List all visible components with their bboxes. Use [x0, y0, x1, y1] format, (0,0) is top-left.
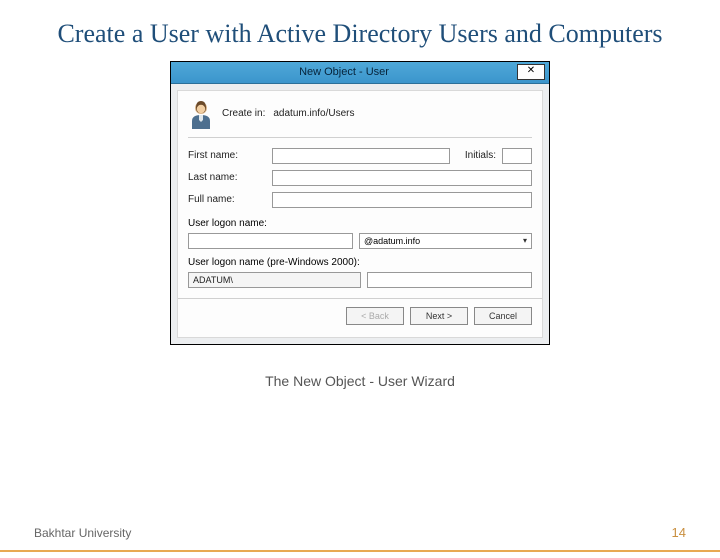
footer-left: Bakhtar University	[34, 526, 131, 540]
domain-suffix-select[interactable]: @adatum.info ▾	[359, 233, 532, 249]
pre2000-prefix: ADATUM\	[188, 272, 361, 288]
cancel-button[interactable]: Cancel	[474, 307, 532, 325]
slide-caption: The New Object - User Wizard	[0, 373, 720, 389]
back-button[interactable]: < Back	[346, 307, 404, 325]
logon-pre2000-label: User logon name (pre-Windows 2000):	[188, 257, 360, 268]
first-name-label: First name:	[188, 150, 266, 161]
first-name-input[interactable]	[272, 148, 450, 164]
last-name-row: Last name:	[188, 170, 532, 186]
domain-suffix-value: @adatum.info	[364, 236, 420, 246]
last-name-input[interactable]	[272, 170, 532, 186]
last-name-label: Last name:	[188, 172, 266, 183]
initials-label: Initials:	[456, 150, 496, 161]
logon-pre2000-row: ADATUM\	[188, 272, 532, 288]
slide-title: Create a User with Active Directory User…	[0, 18, 720, 51]
full-name-label: Full name:	[188, 194, 266, 205]
titlebar: New Object - User ✕	[171, 62, 549, 84]
initials-input[interactable]	[502, 148, 532, 164]
divider	[178, 298, 542, 299]
page-number: 14	[672, 525, 686, 540]
dialog-title: New Object - User	[171, 66, 517, 78]
wizard-button-row: < Back Next > Cancel	[188, 307, 532, 325]
create-in-row: Create in: adatum.info/Users	[188, 99, 532, 138]
first-name-row: First name: Initials:	[188, 148, 532, 164]
dialog-panel: Create in: adatum.info/Users First name:…	[177, 90, 543, 338]
pre2000-name-input[interactable]	[367, 272, 532, 288]
logon-name-row: @adatum.info ▾	[188, 233, 532, 249]
next-button[interactable]: Next >	[410, 307, 468, 325]
create-in-path: adatum.info/Users	[273, 108, 354, 119]
create-in-label: Create in:	[222, 108, 265, 119]
accent-bar	[0, 550, 720, 552]
logon-name-input[interactable]	[188, 233, 353, 249]
full-name-input[interactable]	[272, 192, 532, 208]
full-name-row: Full name:	[188, 192, 532, 208]
user-icon	[188, 99, 214, 129]
logon-name-label: User logon name:	[188, 218, 267, 229]
close-button[interactable]: ✕	[517, 64, 545, 80]
chevron-down-icon: ▾	[523, 236, 527, 245]
new-object-user-dialog: New Object - User ✕ Create in: adatum.in…	[170, 61, 550, 345]
